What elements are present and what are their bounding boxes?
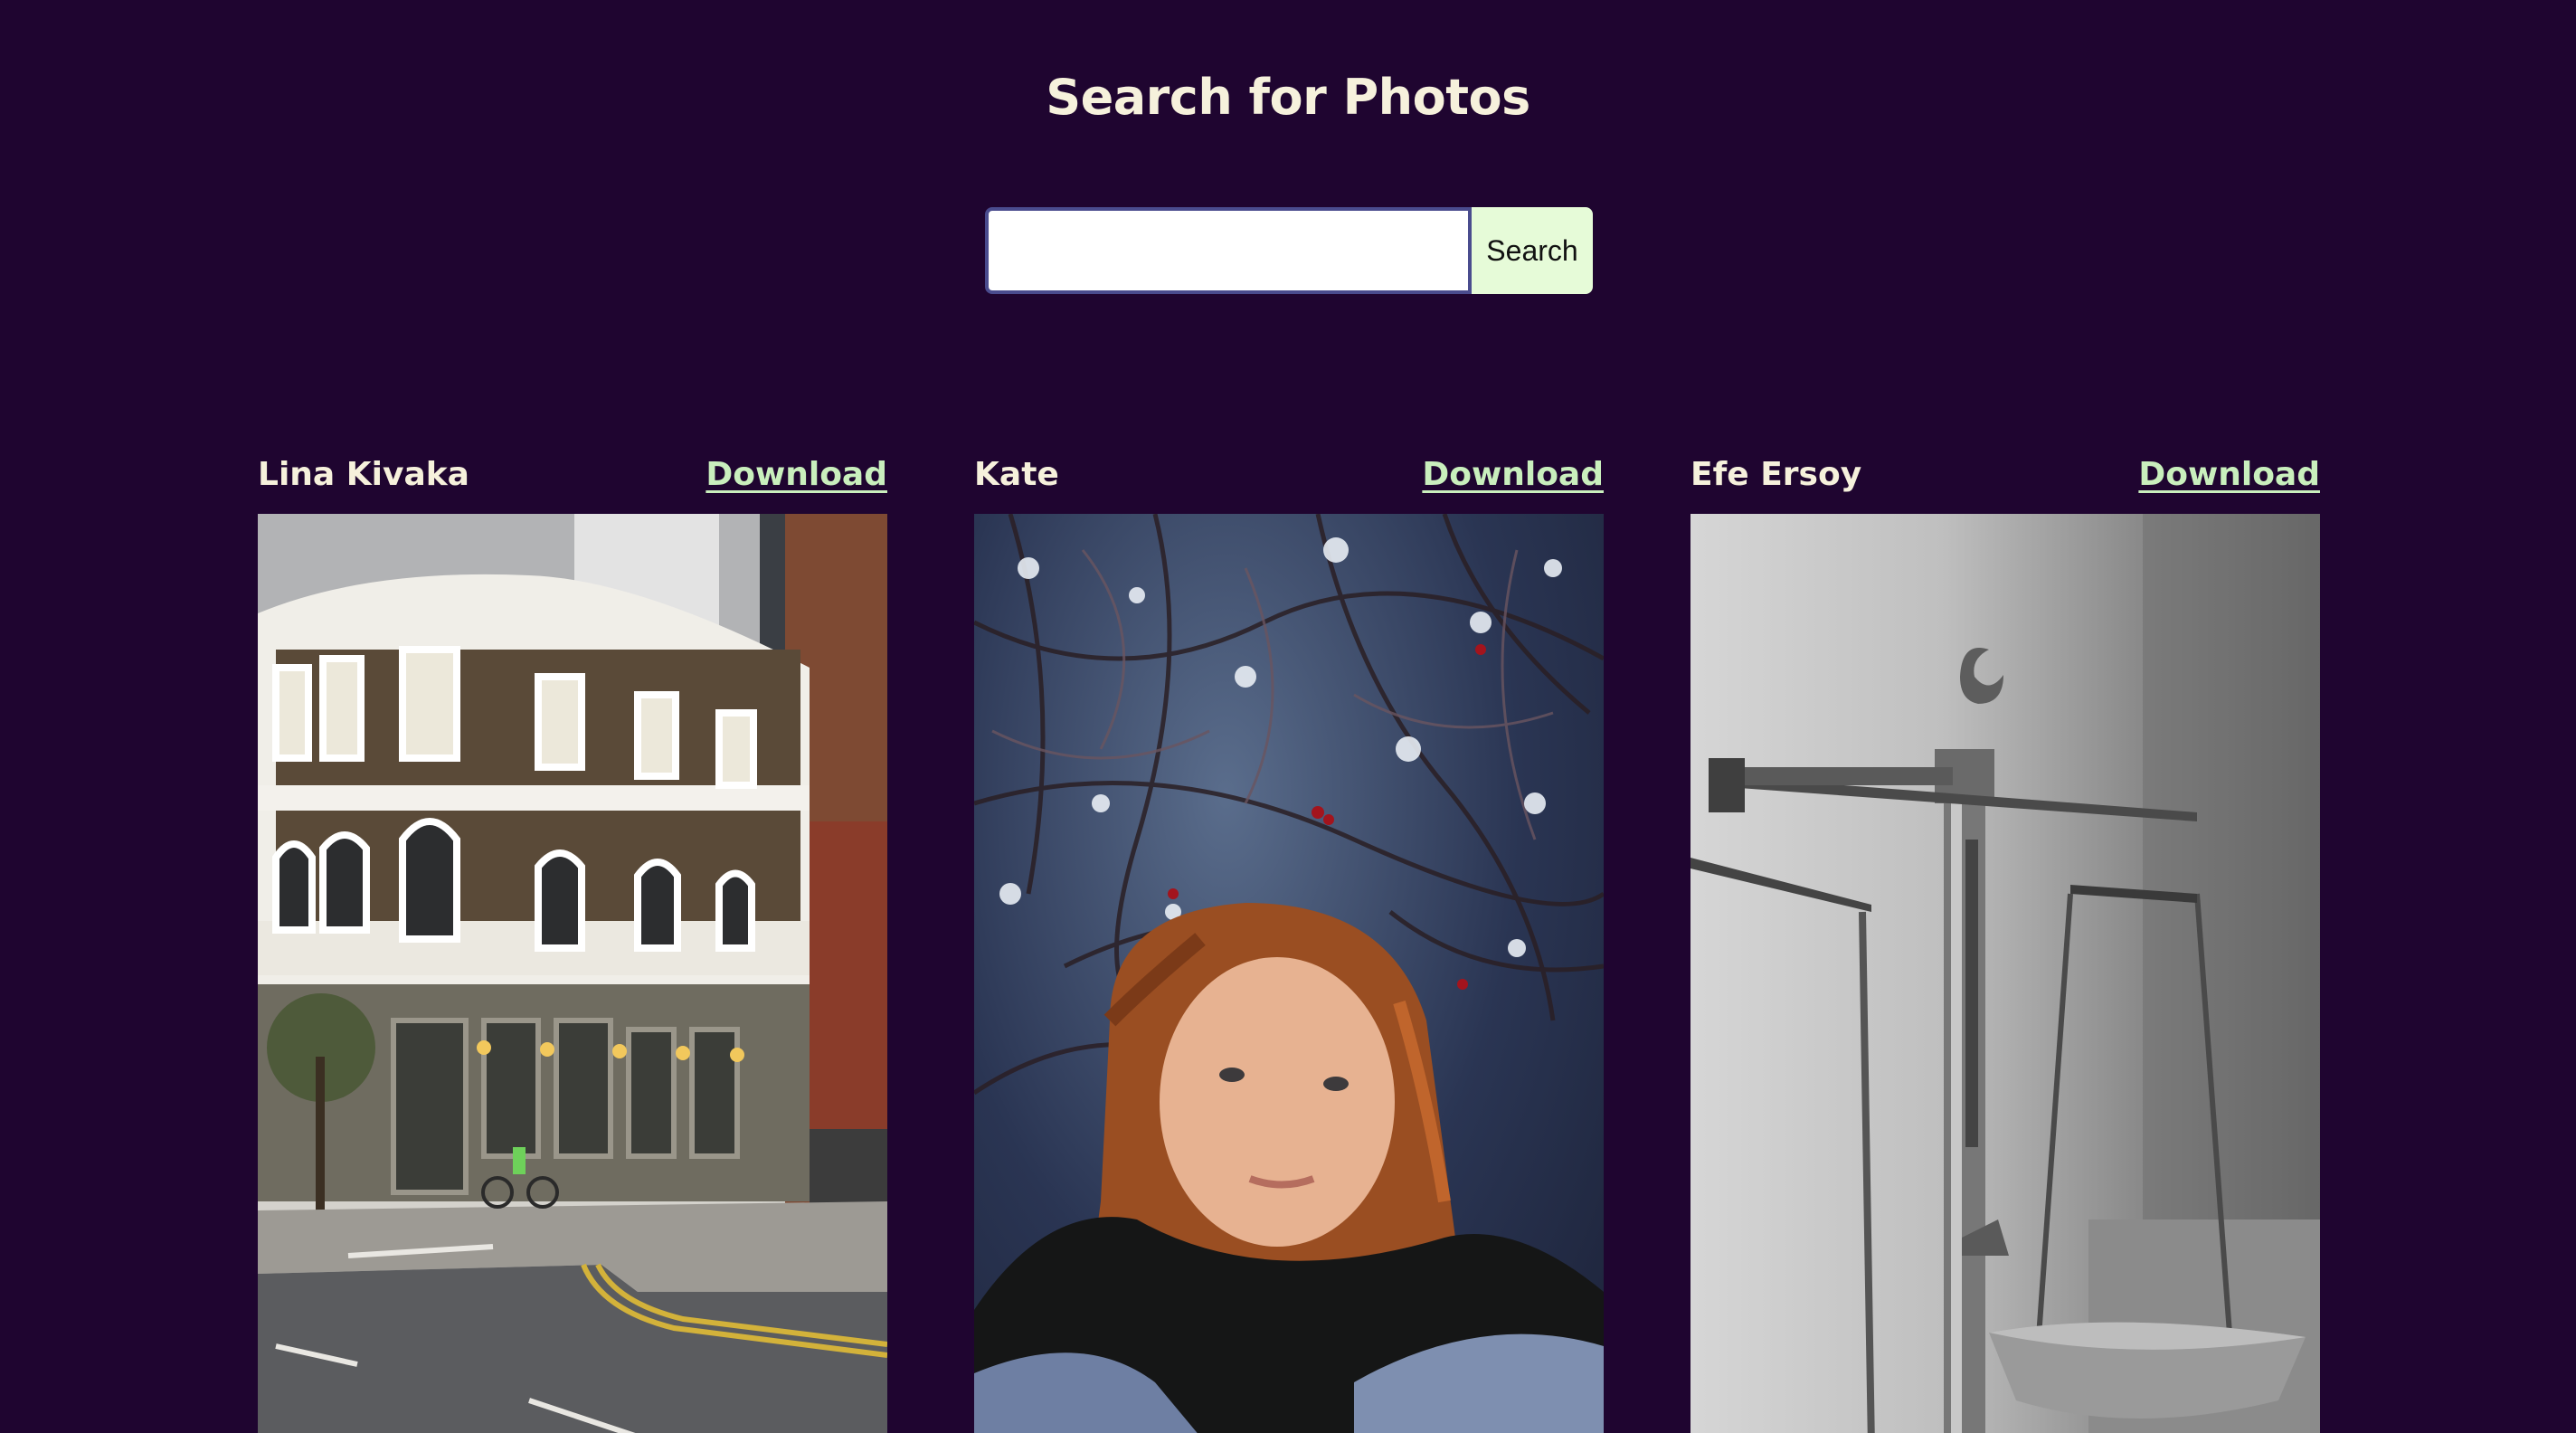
photo-card-header: Efe Ersoy Download [1690, 449, 2320, 499]
search-form: Search [985, 207, 1593, 294]
search-input[interactable] [985, 207, 1472, 294]
photo-author: Efe Ersoy [1690, 455, 1862, 493]
photo-card: Lina Kivaka Download [258, 449, 887, 1433]
photo-image[interactable] [974, 514, 1604, 1433]
photo-results: Lina Kivaka Download Kate Download Efe E… [258, 449, 2320, 1433]
photo-image[interactable] [258, 514, 887, 1433]
photo-image[interactable] [1690, 514, 2320, 1433]
photo-card: Kate Download [974, 449, 1604, 1433]
photo-card-header: Lina Kivaka Download [258, 449, 887, 499]
download-link[interactable]: Download [1422, 456, 1604, 493]
download-link[interactable]: Download [2138, 456, 2320, 493]
page-title: Search for Photos [1046, 69, 1530, 127]
search-button[interactable]: Search [1472, 207, 1593, 294]
photo-author: Lina Kivaka [258, 455, 469, 493]
scale-photo-graphic [1690, 514, 2320, 1433]
portrait-photo-graphic [974, 514, 1604, 1433]
download-link[interactable]: Download [706, 456, 887, 493]
photo-author: Kate [974, 455, 1059, 493]
building-photo-graphic [258, 514, 887, 1433]
photo-card: Efe Ersoy Download [1690, 449, 2320, 1433]
photo-card-header: Kate Download [974, 449, 1604, 499]
